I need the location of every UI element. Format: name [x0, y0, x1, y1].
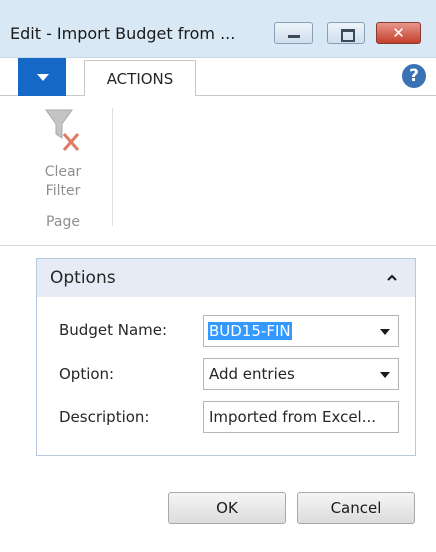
application-menu-button[interactable]: [18, 58, 66, 96]
options-panel: Options Budget Name: BUD15-FIN Option: A…: [36, 258, 416, 456]
ribbon-group-label-page: Page: [46, 214, 80, 230]
clear-filter-label: Clear Filter: [44, 164, 82, 199]
description-field[interactable]: Imported from Excel...: [203, 401, 399, 433]
options-title: Options: [50, 268, 116, 288]
help-icon[interactable]: ?: [402, 64, 426, 88]
dropdown-arrow-icon[interactable]: [380, 329, 390, 335]
dropdown-arrow-icon[interactable]: [380, 372, 390, 378]
option-label: Option:: [59, 365, 115, 383]
clear-filter-button[interactable]: Clear Filter: [38, 108, 94, 208]
import-budget-dialog: Edit - Import Budget from ... ✕ ACTIONS …: [0, 0, 436, 552]
budget-name-label: Budget Name:: [59, 321, 168, 339]
clear-filter-icon: [45, 109, 80, 151]
option-value: Add entries: [209, 365, 295, 383]
description-value: Imported from Excel...: [209, 408, 377, 426]
options-header[interactable]: Options: [37, 259, 415, 297]
close-icon: ✕: [392, 24, 405, 42]
budget-name-value: BUD15-FIN: [208, 322, 292, 340]
description-label: Description:: [59, 408, 150, 426]
tab-actions[interactable]: ACTIONS: [84, 60, 196, 97]
ribbon-group-divider: [112, 108, 113, 226]
chevron-up-icon[interactable]: [386, 272, 398, 284]
minimize-icon: [288, 35, 300, 38]
title-bar: Edit - Import Budget from ... ✕: [0, 0, 436, 58]
budget-name-dropdown[interactable]: BUD15-FIN: [203, 315, 399, 347]
window-title: Edit - Import Budget from ...: [10, 24, 236, 43]
cancel-button[interactable]: Cancel: [297, 492, 415, 524]
ok-button[interactable]: OK: [168, 492, 286, 524]
option-dropdown[interactable]: Add entries: [203, 358, 399, 390]
maximize-icon: [341, 29, 355, 42]
minimize-button[interactable]: [274, 22, 313, 44]
maximize-button[interactable]: [327, 22, 365, 44]
close-button[interactable]: ✕: [376, 22, 421, 44]
chevron-down-icon: [37, 74, 49, 81]
